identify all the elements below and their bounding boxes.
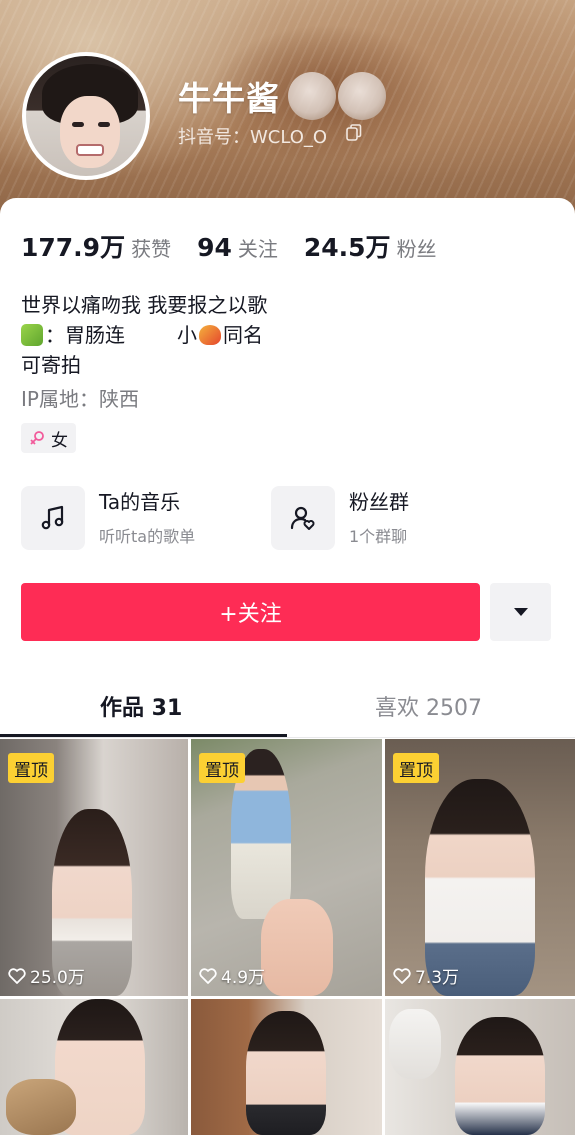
- video-thumbnail: [261, 899, 333, 996]
- cover-decoration: [338, 72, 386, 120]
- music-note-icon: [41, 505, 64, 530]
- fans-group-entry[interactable]: 粉丝群 1个群聊: [271, 486, 409, 550]
- tab-likes[interactable]: 喜欢 2507: [375, 690, 482, 722]
- tab-works[interactable]: 作品 31: [100, 690, 182, 722]
- pinned-badge: 置顶: [8, 753, 54, 783]
- fans-group-title: 粉丝群: [349, 490, 409, 514]
- fans-group-icon-box: [271, 486, 335, 550]
- avatar-eye: [72, 122, 84, 127]
- pinned-badge: 置顶: [393, 753, 439, 783]
- video-thumbnail: [455, 1017, 545, 1135]
- video-tile[interactable]: [191, 999, 382, 1135]
- video-thumbnail: [6, 1079, 76, 1135]
- follow-button[interactable]: +关注: [21, 583, 480, 641]
- cover-decoration: [288, 72, 336, 120]
- bio-text: 世界以痛吻我 我要报之以歌: [21, 293, 268, 317]
- video-tile[interactable]: [385, 999, 575, 1135]
- video-thumbnail: [246, 1011, 326, 1135]
- gender-label: 女: [51, 430, 68, 451]
- video-tile[interactable]: 置顶 7.3万: [385, 739, 575, 996]
- bio-line: 可寄拍: [21, 350, 267, 380]
- fans-group-subtitle: 1个群聊: [349, 527, 408, 546]
- ip-location: IP属地：陕西: [21, 387, 139, 411]
- music-entry[interactable]: Ta的音乐 听听ta的歌单: [21, 486, 195, 550]
- profile-page: 牛牛酱 抖音号：WCLO_O 177.9万 获赞 94 关注 24.5万 粉丝 …: [0, 0, 575, 1135]
- music-title: Ta的音乐: [99, 490, 181, 514]
- red-book-emoji-icon: [199, 325, 221, 345]
- douyin-id: 抖音号：WCLO_O: [178, 127, 328, 148]
- video-likes: 4.9万: [199, 963, 265, 988]
- gender-tag: 女: [21, 423, 76, 453]
- stat-likes[interactable]: 177.9万 获赞: [21, 228, 171, 264]
- pinned-badge: 置顶: [199, 753, 245, 783]
- heart-icon: [8, 967, 26, 984]
- video-likes: 7.3万: [393, 963, 459, 988]
- copy-icon[interactable]: [346, 124, 362, 142]
- avatar-eye: [98, 122, 110, 127]
- tab-divider: [0, 737, 575, 738]
- stat-label: 关注: [237, 237, 278, 261]
- video-likes-count: 25.0万: [30, 968, 85, 988]
- video-thumbnail: [389, 1009, 441, 1079]
- stat-number: 177.9万: [21, 233, 126, 262]
- female-icon: [30, 431, 44, 445]
- bio-text: ：胃肠连: [45, 323, 125, 347]
- heart-icon: [199, 967, 217, 984]
- video-tile[interactable]: 置顶 25.0万: [0, 739, 188, 996]
- group-heart-icon: [290, 506, 315, 530]
- stat-label: 粉丝: [396, 237, 437, 261]
- heart-icon: [393, 967, 411, 984]
- scarf-emoji-icon: [21, 324, 43, 346]
- avatar-mouth: [76, 144, 104, 156]
- more-options-button[interactable]: [490, 583, 551, 641]
- bio-line: 世界以痛吻我 我要报之以歌: [21, 290, 267, 320]
- music-icon-box: [21, 486, 85, 550]
- stat-following[interactable]: 94 关注: [197, 233, 278, 262]
- video-likes: 25.0万: [8, 963, 85, 988]
- music-subtitle: 听听ta的歌单: [99, 527, 196, 546]
- bio-text: 可寄拍: [21, 353, 81, 377]
- video-likes-count: 7.3万: [415, 968, 460, 988]
- bio-text: 小: [177, 323, 197, 347]
- video-likes-count: 4.9万: [221, 968, 266, 988]
- stat-number: 24.5万: [303, 233, 391, 262]
- bio-text: 同名: [223, 323, 263, 347]
- bio-line: ：胃肠连 小 同名: [21, 320, 267, 350]
- avatar[interactable]: [22, 52, 150, 180]
- avatar-face: [60, 96, 120, 168]
- username: 牛牛酱: [178, 79, 280, 118]
- stat-number: 94: [197, 233, 232, 262]
- stat-label: 获赞: [131, 237, 172, 261]
- bio: 世界以痛吻我 我要报之以歌 ：胃肠连 小 同名 可寄拍: [21, 290, 267, 380]
- profile-stats: 177.9万 获赞 94 关注 24.5万 粉丝: [21, 228, 463, 264]
- video-tile[interactable]: 置顶 4.9万: [191, 739, 382, 996]
- video-tile[interactable]: [0, 999, 188, 1135]
- stat-followers[interactable]: 24.5万 粉丝: [304, 228, 437, 264]
- triangle-down-icon: [513, 608, 528, 616]
